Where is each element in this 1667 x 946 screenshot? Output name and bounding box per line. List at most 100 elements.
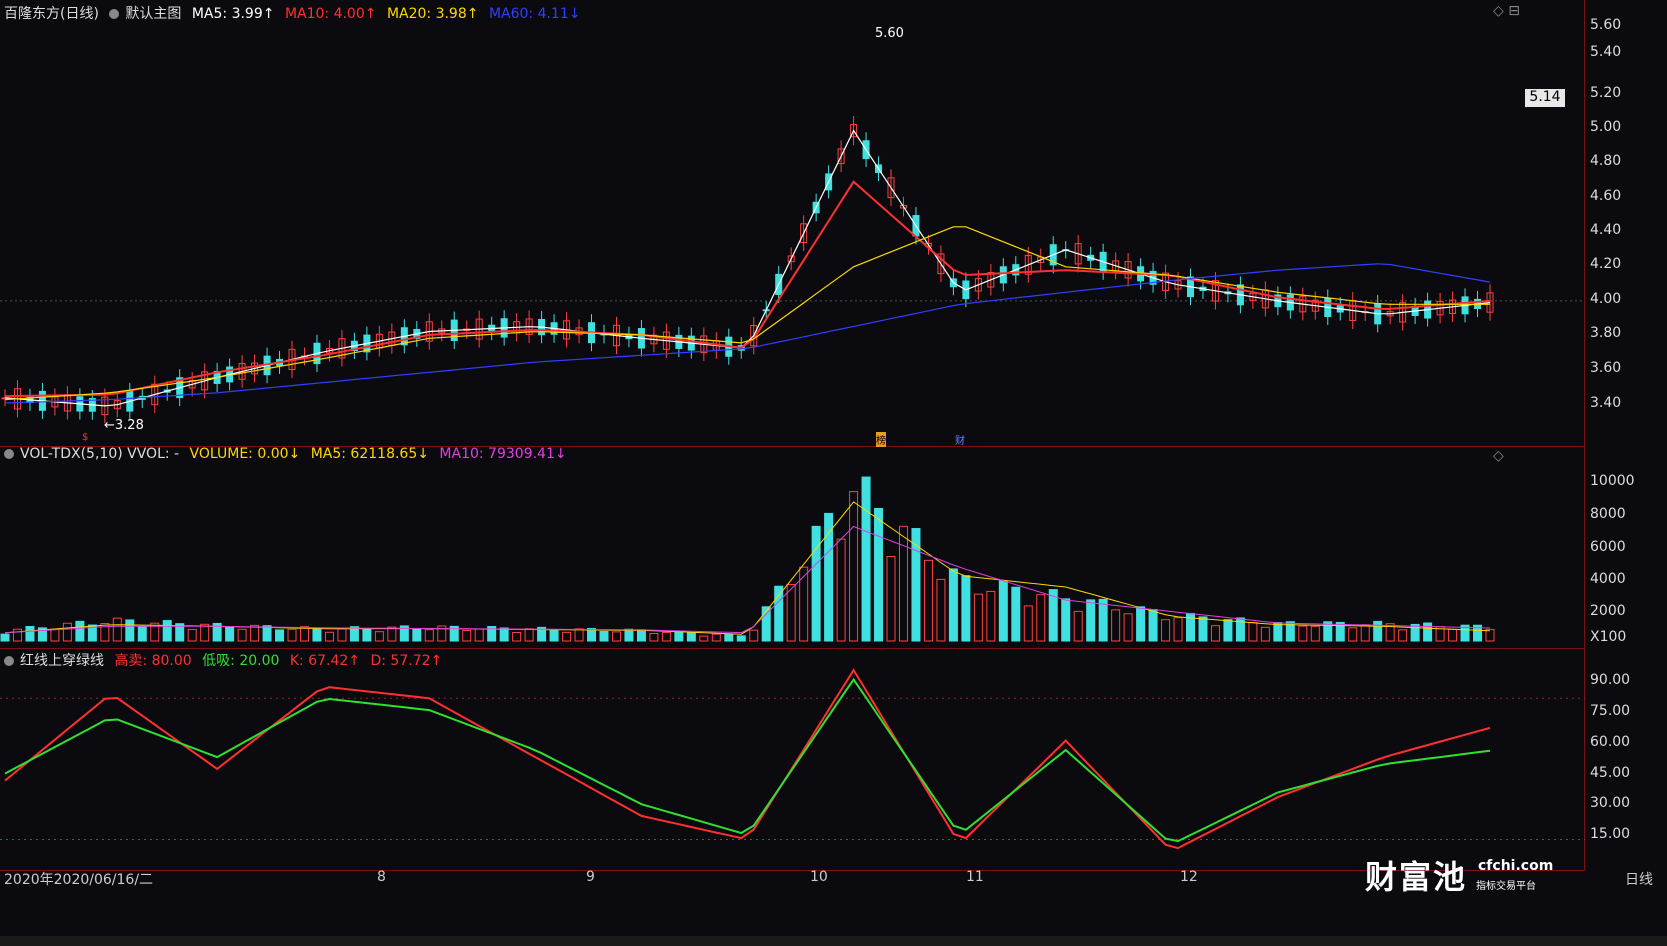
volume-bar [936,578,946,642]
volume-bar [324,631,334,642]
volume-bar [799,566,809,642]
volume-bar [786,584,796,642]
volume-bar [12,628,22,642]
volume-bar [499,627,509,642]
volume-bar [961,575,971,642]
indicator-line-k [4,668,1491,850]
volume-bar [1023,605,1033,642]
volume-bar [162,620,172,642]
volume-bar [849,491,859,642]
price-tick: 4.40 [1590,222,1622,238]
volume-bar [661,631,671,642]
indicator-tick: 30.00 [1590,795,1631,811]
price-tick: 3.60 [1590,360,1622,376]
volume-chart [0,476,1495,642]
volume-tick: 6000 [1590,539,1626,555]
volume-bar [187,628,197,642]
indicator-tick: 45.00 [1590,765,1631,781]
indicator-tick: 75.00 [1590,703,1631,719]
volume-bar [874,507,884,642]
volume-bar [1136,606,1146,642]
indicator-tick: 15.00 [1590,826,1631,842]
volume-bar [636,629,646,642]
watermark-brand: 财富池 [1365,858,1468,896]
volume-tick: 8000 [1590,506,1626,522]
volume-tick: 2000 [1590,603,1626,619]
price-tick: 3.40 [1590,395,1622,411]
volume-bar [674,630,684,642]
volume-bar [1273,622,1283,642]
volume-bar [512,631,522,642]
volume-bar [137,626,147,642]
volume-bar [1260,626,1270,642]
indicator-tick: 90.00 [1590,672,1631,688]
volume-bar [1123,613,1133,642]
volume-bar [749,629,759,642]
volume-bar [574,628,584,642]
volume-bar [424,629,434,642]
volume-bar [1398,629,1408,642]
date-label: 2020年2020/06/16/二 [4,872,154,888]
volume-bar [1011,586,1021,642]
volume-bar [275,629,285,642]
volume-bar [387,626,397,642]
volume-bar [287,628,297,642]
volume-bar [1073,610,1083,642]
volume-bar [998,580,1008,642]
volume-bar [374,631,384,642]
month-label: 10 [810,869,828,885]
volume-bar [1360,624,1370,642]
volume-bar [1036,594,1046,642]
volume-bar [1348,627,1358,642]
volume-bar [611,631,621,642]
volume-bar [774,585,784,642]
price-tick: 4.00 [1590,291,1622,307]
volume-bar [1448,628,1458,642]
volume-bar [861,476,871,642]
volume-bar [973,593,983,642]
volume-bar [262,625,272,642]
indicator-chart [0,668,1585,850]
period-label[interactable]: 日线 [1625,869,1653,889]
volume-bar [923,559,933,642]
volume-bar [250,624,260,642]
volume-bar [711,633,721,642]
volume-bar [549,629,559,642]
volume-bar [50,628,60,642]
volume-bar [724,633,734,642]
volume-bar [524,628,534,642]
volume-bar [1310,625,1320,642]
price-tick: 5.20 [1590,85,1622,101]
volume-bar [1410,623,1420,642]
volume-bar [886,556,896,642]
volume-bar [624,628,634,642]
volume-bar [1148,608,1158,642]
volume-tick: X100 [1590,629,1627,645]
volume-tick: 10000 [1590,473,1635,489]
status-bar [0,936,1667,946]
volume-bar [1210,625,1220,642]
volume-bar [599,630,609,642]
month-label: 11 [966,869,984,885]
volume-bar [699,635,709,642]
price-tick: 4.80 [1590,153,1622,169]
volume-bar [1423,622,1433,642]
volume-bar [312,627,322,642]
volume-bar [362,627,372,642]
volume-bar [337,628,347,642]
month-label: 8 [377,869,386,885]
volume-bar [948,568,958,642]
watermark-sub: 指标交易平台 [1476,881,1536,892]
month-label: 12 [1180,869,1198,885]
price-tick: 5.00 [1590,119,1622,135]
indicator-tick: 60.00 [1590,734,1631,750]
volume-bar [474,628,484,642]
volume-bar [0,633,10,642]
volume-bar [898,525,908,642]
volume-bar [1223,619,1233,642]
volume-bar [736,635,746,642]
price-chart [0,116,1585,424]
volume-bar [686,632,696,642]
watermark: 财富池 [1365,852,1467,898]
price-tick: 4.60 [1590,188,1622,204]
